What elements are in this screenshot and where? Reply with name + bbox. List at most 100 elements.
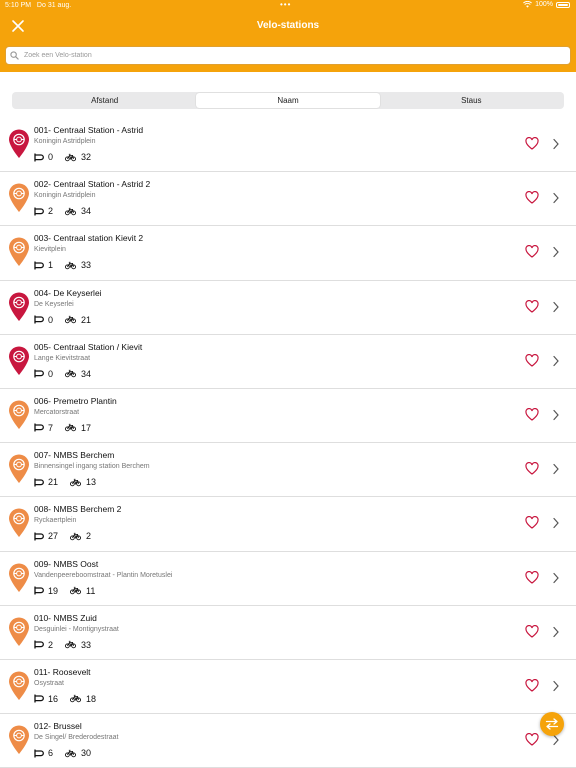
tab-afstand[interactable]: Afstand (13, 93, 196, 108)
station-name: 009- NMBS Oost (34, 558, 99, 569)
station-row[interactable]: 004- De Keyserlei De Keyserlei 0 21 (0, 281, 576, 335)
bike-icon (65, 424, 77, 432)
station-row[interactable]: 001- Centraal Station - Astrid Koningin … (0, 118, 576, 173)
station-stats: 0 34 (34, 369, 91, 379)
station-stats: 6 30 (34, 748, 91, 758)
chevron-right-icon (553, 409, 559, 421)
station-pin-icon (9, 508, 29, 538)
dock-slot-icon (34, 749, 44, 758)
swap-arrows-icon (545, 718, 559, 730)
bike-icon (65, 207, 77, 215)
sort-segmented-control: Afstand Naam Staus (12, 92, 564, 109)
favorite-heart-icon[interactable] (525, 624, 539, 638)
bike-icon (70, 695, 82, 703)
available-bikes-count: 34 (81, 206, 92, 217)
free-slots-count: 1 (48, 260, 54, 271)
station-row[interactable]: 003- Centraal station Kievit 2 Kievitple… (0, 226, 576, 281)
station-stats: 21 13 (34, 477, 96, 487)
available-bikes-count: 13 (86, 477, 97, 488)
multitasking-dots-icon[interactable]: ••• (280, 0, 291, 9)
station-address: Koningin Astridplein (34, 138, 96, 145)
station-address: Vandenpeereboomstraat - Plantin Moretusl… (34, 571, 173, 579)
search-input[interactable] (22, 51, 546, 60)
dock-slot-icon (34, 694, 44, 703)
station-stats: 19 11 (34, 586, 95, 596)
station-name: 010- NMBS Zuid (34, 612, 97, 623)
available-bikes-count: 32 (81, 152, 92, 162)
station-name: 006- Premetro Plantin (34, 395, 117, 406)
available-bikes-count: 11 (86, 585, 96, 596)
chevron-right-icon (553, 138, 559, 150)
station-name: 011- Roosevelt (34, 666, 91, 677)
search-icon (10, 51, 19, 60)
favorite-heart-icon[interactable] (525, 678, 539, 692)
chevron-right-icon (553, 626, 559, 637)
station-row[interactable]: 007- NMBS Berchem Binnensingel ingang st… (0, 443, 576, 498)
station-row[interactable]: 005- Centraal Station / Kievit Lange Kie… (0, 335, 576, 389)
station-row[interactable]: 010- NMBS Zuid Desguinlei - Montignystra… (0, 606, 576, 660)
station-stats: 0 21 (34, 315, 91, 325)
station-stats: 2 33 (34, 640, 91, 650)
station-stats: 27 2 (34, 531, 91, 541)
favorite-heart-icon[interactable] (525, 407, 539, 421)
station-address: Binnensingel ingang station Berchem (34, 463, 150, 471)
favorite-heart-icon[interactable] (525, 570, 539, 584)
bike-icon (65, 641, 77, 649)
station-row[interactable]: 002- Centraal Station - Astrid 2 Koningi… (0, 172, 576, 227)
available-bikes-count: 21 (81, 314, 92, 325)
available-bikes-count: 18 (86, 693, 97, 704)
station-row[interactable]: 008- NMBS Berchem 2 Ryckaertplein 27 2 (0, 497, 576, 552)
favorite-heart-icon[interactable] (525, 137, 539, 150)
dock-slot-icon (34, 532, 44, 541)
dock-slot-icon (34, 261, 44, 270)
chevron-right-icon (553, 680, 559, 691)
available-bikes-count: 34 (81, 368, 92, 379)
tab-naam[interactable]: Naam (196, 93, 380, 108)
bike-icon (65, 261, 77, 270)
dock-slot-icon (34, 153, 44, 161)
favorite-heart-icon[interactable] (525, 516, 539, 530)
tab-status[interactable]: Staus (380, 93, 563, 108)
station-row[interactable]: 009- NMBS Oost Vandenpeereboomstraat - P… (0, 552, 576, 606)
free-slots-count: 2 (48, 206, 54, 217)
station-pin-icon (9, 346, 29, 375)
switch-view-button[interactable] (540, 712, 564, 736)
station-name: 005- Centraal Station / Kievit (34, 341, 143, 352)
dock-slot-icon (34, 369, 44, 378)
station-address: Lange Kievitstraat (34, 354, 91, 362)
favorite-heart-icon[interactable] (525, 245, 539, 259)
bike-icon (70, 586, 82, 595)
chevron-right-icon (553, 301, 559, 312)
station-pin-icon (9, 671, 29, 700)
favorite-heart-icon[interactable] (525, 299, 539, 313)
favorite-heart-icon[interactable] (525, 191, 539, 204)
station-row[interactable]: 011- Roosevelt Osystraat 16 18 (0, 660, 576, 715)
available-bikes-count: 2 (86, 531, 92, 542)
search-bar[interactable] (5, 46, 571, 65)
station-stats: 1 33 (34, 260, 91, 270)
station-stats: 16 18 (34, 694, 96, 704)
status-indicators: 100% (523, 1, 570, 8)
bike-icon (65, 153, 77, 161)
station-name: 004- De Keyserlei (34, 287, 102, 298)
station-address: Mercatorstraat (34, 408, 80, 416)
station-pin-icon (9, 292, 29, 321)
favorite-heart-icon[interactable] (525, 353, 539, 367)
available-bikes-count: 33 (81, 260, 92, 271)
station-row[interactable]: 012- Brussel De Singel/ Brederodestraat … (0, 714, 576, 768)
station-name: 007- NMBS Berchem (34, 450, 115, 461)
station-pin-icon (9, 237, 29, 267)
free-slots-count: 19 (48, 585, 59, 596)
favorite-heart-icon[interactable] (525, 733, 539, 746)
favorite-heart-icon[interactable] (525, 462, 539, 475)
bike-icon (70, 478, 82, 486)
station-address: Desguinlei - Montignystraat (34, 625, 119, 633)
free-slots-count: 27 (48, 531, 59, 542)
chevron-right-icon (553, 518, 559, 529)
station-pin-icon (9, 563, 29, 592)
station-name: 008- NMBS Berchem 2 (34, 504, 122, 515)
available-bikes-count: 33 (81, 639, 92, 650)
free-slots-count: 21 (48, 477, 59, 488)
dock-slot-icon (34, 207, 44, 216)
station-row[interactable]: 006- Premetro Plantin Mercatorstraat 7 1… (0, 389, 576, 444)
